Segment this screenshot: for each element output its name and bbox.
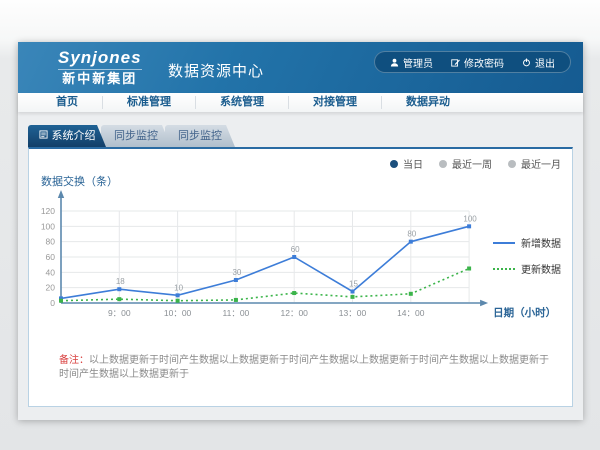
- tab-system-intro[interactable]: 系统介绍: [28, 125, 106, 147]
- user-icon: [390, 58, 399, 67]
- power-icon: [522, 58, 531, 67]
- line-chart: 0 20 40 60 80 100 120 9：00 10：00 11：00 12：00 13：00 1…: [29, 189, 564, 327]
- logout-label: 退出: [535, 55, 555, 70]
- svg-text:30: 30: [232, 268, 241, 277]
- footnote-text: 以上数据更新于时间产生数据以上数据更新于时间产生数据以上数据更新于时间产生数据以…: [59, 355, 549, 380]
- main-nav: 首页 标准管理 系统管理 对接管理 数据异动: [18, 93, 583, 112]
- radio-today[interactable]: 当日: [390, 156, 423, 171]
- svg-text:80: 80: [46, 237, 56, 247]
- svg-text:11：00: 11：00: [223, 308, 250, 318]
- time-range-radio-group: 当日 最近一周 最近一月: [390, 156, 561, 171]
- tab-label: 同步监控: [178, 130, 222, 142]
- brand-logo-cn: 新中新集团: [58, 69, 142, 86]
- svg-text:60: 60: [291, 245, 300, 254]
- svg-text:10：00: 10：00: [164, 308, 192, 318]
- legend-label: 新增数据: [521, 235, 561, 250]
- radio-dot: [439, 160, 447, 168]
- legend-item-new-data[interactable]: 新增数据: [493, 235, 561, 250]
- change-password-label: 修改密码: [464, 55, 504, 70]
- nav-item-standard-mgmt[interactable]: 标准管理: [102, 96, 195, 109]
- svg-text:20: 20: [46, 283, 56, 293]
- y-axis-title: 数据交换（条）: [41, 173, 118, 189]
- user-label: 管理员: [403, 55, 433, 70]
- nav-item-data-change[interactable]: 数据异动: [381, 96, 474, 109]
- svg-text:14：00: 14：00: [397, 308, 425, 318]
- app-header: Synjones 新中新集团 数据资源中心 管理员 修改密码 退出: [18, 42, 583, 93]
- svg-text:100: 100: [463, 214, 477, 223]
- edit-icon: [451, 58, 460, 67]
- svg-text:日期（小时）: 日期（小时）: [493, 306, 556, 319]
- svg-text:60: 60: [46, 252, 56, 262]
- tab-sync-monitor-1[interactable]: 同步监控: [101, 125, 171, 147]
- tab-sync-monitor-2[interactable]: 同步监控: [165, 125, 235, 147]
- footnote-prefix: 备注：: [59, 355, 89, 366]
- tab-bar: 系统介绍 同步监控 同步监控: [28, 125, 583, 147]
- radio-label: 最近一周: [452, 156, 492, 171]
- nav-item-home[interactable]: 首页: [32, 96, 102, 109]
- page: Synjones 新中新集团 数据资源中心 管理员 修改密码 退出: [18, 42, 583, 420]
- tab-label: 同步监控: [114, 130, 158, 142]
- svg-text:18: 18: [116, 277, 125, 286]
- series-legend: 新增数据 更新数据: [493, 235, 561, 276]
- radio-dot: [390, 160, 398, 168]
- nav-item-interface-mgmt[interactable]: 对接管理: [288, 96, 381, 109]
- svg-text:10: 10: [174, 283, 183, 292]
- radio-label: 当日: [403, 156, 423, 171]
- page-title: 数据资源中心: [168, 60, 264, 81]
- tab-label: 系统介绍: [52, 125, 96, 147]
- chart-panel: 当日 最近一周 最近一月 数据交换（条） 0 20 40 60 80 100 120 9：00…: [28, 147, 573, 407]
- change-password-button[interactable]: 修改密码: [442, 55, 513, 70]
- svg-text:0: 0: [50, 298, 55, 308]
- brand-logo: Synjones 新中新集团: [58, 49, 142, 86]
- solid-line-swatch: [493, 242, 515, 244]
- radio-dot: [508, 160, 516, 168]
- svg-text:100: 100: [41, 221, 55, 231]
- dotted-line-swatch: [493, 268, 515, 270]
- svg-text:15: 15: [349, 279, 358, 288]
- brand-logo-en: Synjones: [58, 49, 142, 68]
- radio-label: 最近一月: [521, 156, 561, 171]
- svg-text:9：00: 9：00: [108, 308, 131, 318]
- svg-text:40: 40: [46, 267, 56, 277]
- content-area: 系统介绍 同步监控 同步监控 当日 最近一周: [18, 112, 583, 420]
- legend-label: 更新数据: [521, 261, 561, 276]
- logout-button[interactable]: 退出: [513, 55, 564, 70]
- legend-item-update-data[interactable]: 更新数据: [493, 261, 561, 276]
- svg-text:12：00: 12：00: [280, 308, 308, 318]
- svg-text:13：00: 13：00: [339, 308, 367, 318]
- svg-text:120: 120: [41, 206, 55, 216]
- user-bar: 管理员 修改密码 退出: [374, 51, 571, 73]
- svg-text:80: 80: [407, 230, 416, 239]
- document-icon: [39, 125, 48, 147]
- nav-item-system-mgmt[interactable]: 系统管理: [195, 96, 288, 109]
- footnote: 备注：以上数据更新于时间产生数据以上数据更新于时间产生数据以上数据更新于时间产生…: [59, 354, 552, 382]
- current-user-button[interactable]: 管理员: [381, 55, 442, 70]
- radio-last-week[interactable]: 最近一周: [439, 156, 492, 171]
- radio-last-month[interactable]: 最近一月: [508, 156, 561, 171]
